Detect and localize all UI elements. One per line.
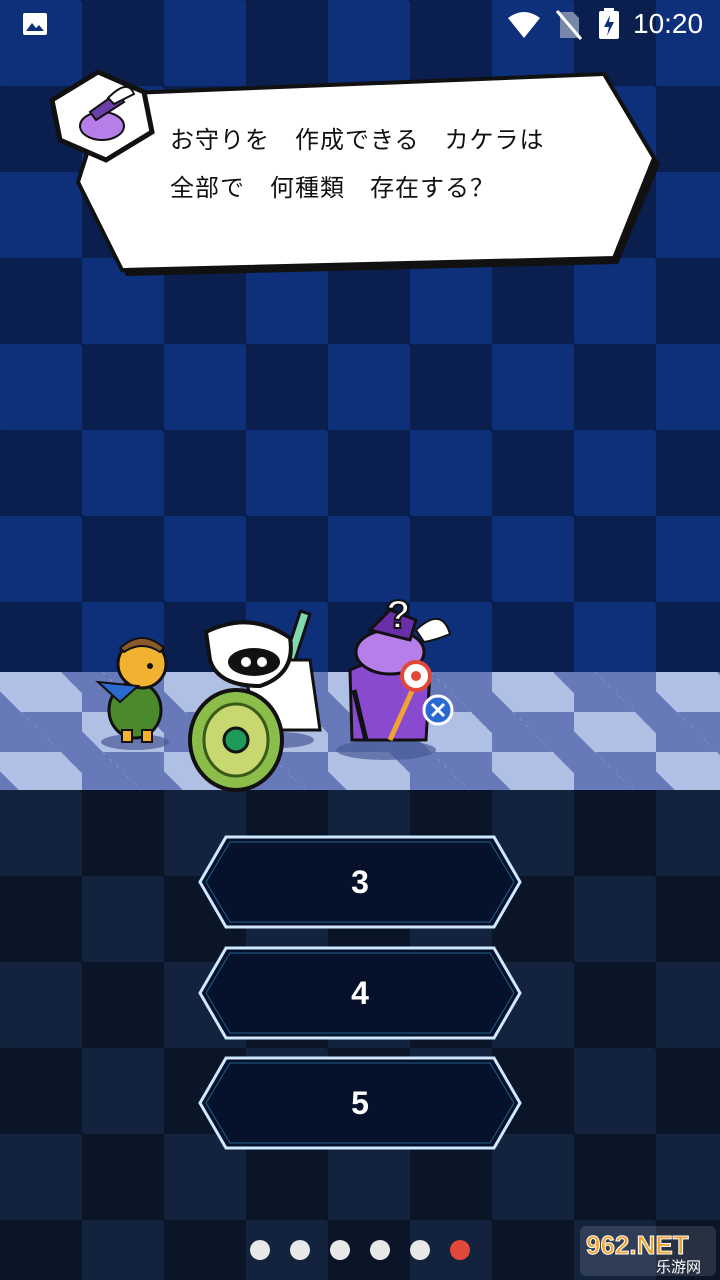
no-sim-icon [556, 10, 582, 40]
watermark-logo: 962.NET 乐游网 [580, 1226, 716, 1276]
adventurer-character [95, 637, 168, 743]
wifi-icon [508, 12, 540, 38]
target-icon [400, 660, 432, 692]
status-time: 10:20 [633, 8, 704, 39]
page-dot-5[interactable] [410, 1240, 430, 1260]
page-dot-3[interactable] [330, 1240, 350, 1260]
answer-label: 5 [351, 1085, 369, 1121]
gallery-icon [23, 13, 47, 35]
svg-text:?: ? [386, 593, 410, 637]
page-dot-2[interactable] [290, 1240, 310, 1260]
answer-label: 4 [351, 975, 369, 1011]
page-dot-4[interactable] [370, 1240, 390, 1260]
answer-button-2[interactable]: 4 [196, 945, 524, 1041]
svg-text:962.NET: 962.NET [586, 1230, 689, 1260]
shield-icon [188, 688, 284, 792]
question-text: お守りを 作成できる カケラは 全部で 何種類 存在する？ [170, 126, 545, 202]
answer-button-3[interactable]: 5 [196, 1055, 524, 1151]
answer-button-1[interactable]: 3 [196, 834, 524, 930]
battery-charging-icon [599, 8, 619, 39]
page-dot-1[interactable] [250, 1240, 270, 1260]
svg-text:乐游网: 乐游网 [656, 1258, 701, 1276]
answer-label: 3 [351, 864, 369, 900]
page-dot-6[interactable] [450, 1240, 470, 1260]
character-group: ? [95, 592, 454, 792]
status-bar: 10:20 [0, 0, 720, 50]
cross-icon [422, 694, 454, 726]
